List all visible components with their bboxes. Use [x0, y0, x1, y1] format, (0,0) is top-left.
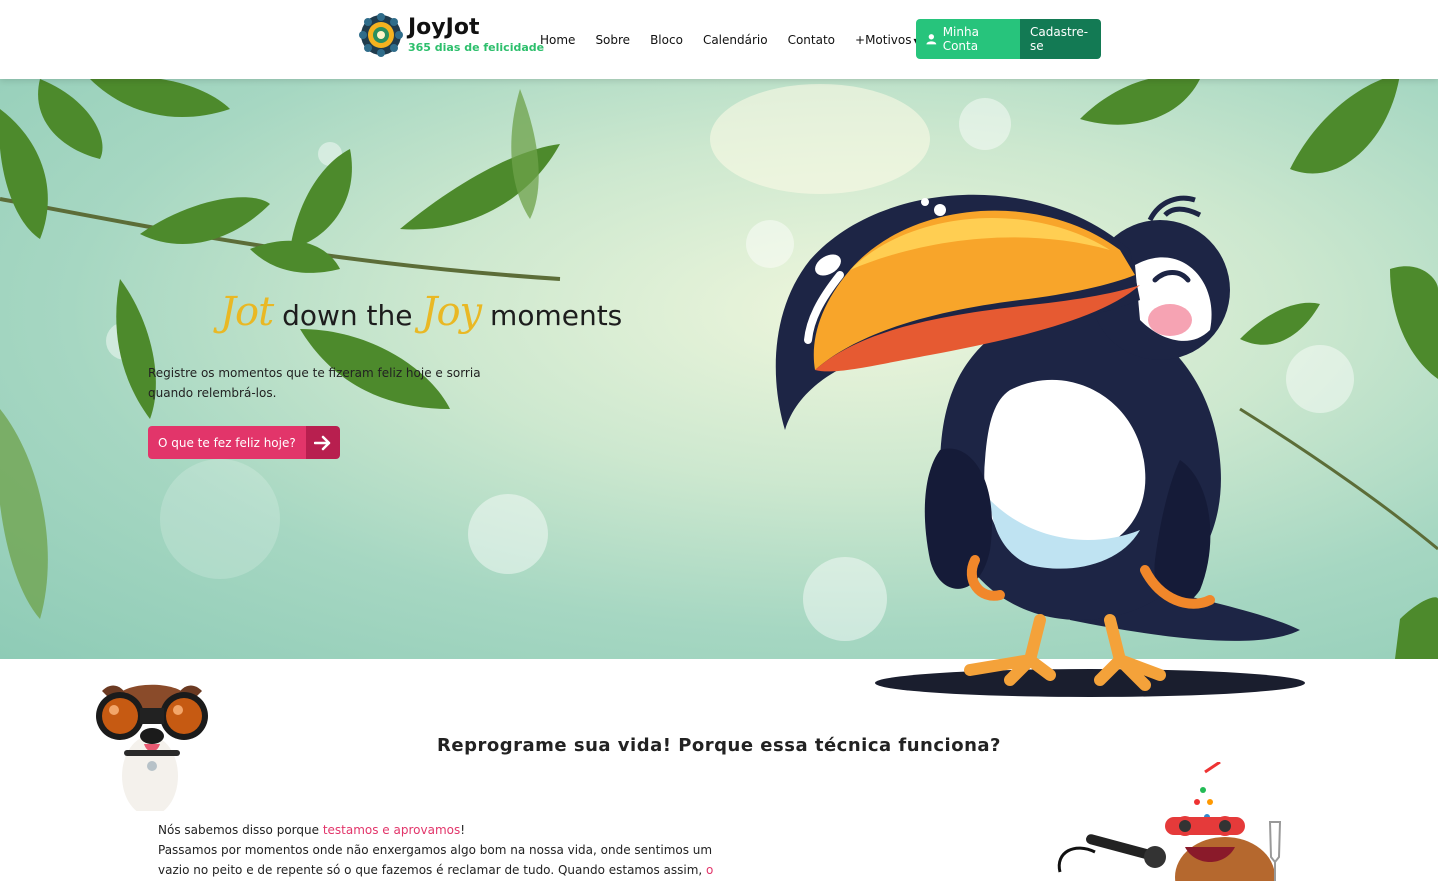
hero-headline: Jot down the Joy moments [220, 289, 622, 335]
hero-description: Registre os momentos que te fizeram feli… [148, 366, 481, 400]
body-line1-prefix: Nós sabemos disso porque [158, 823, 323, 837]
brand-tagline: 365 dias de felicidade [408, 41, 545, 54]
nav-motivos-label: +Motivos [855, 32, 912, 47]
body-line2-link[interactable]: o [706, 863, 713, 877]
account-button-group: Minha Conta Cadastre-se [916, 19, 1101, 59]
body-line2: Passamos por momentos onde não enxergamo… [158, 843, 713, 877]
my-account-button[interactable]: Minha Conta [916, 19, 1020, 59]
section-body: Nós sabemos disso porque testamos e apro… [158, 820, 718, 880]
nav-home[interactable]: Home [530, 33, 585, 47]
body-line1-suffix: ! [460, 823, 466, 837]
cta-label: O que te fez feliz hoje? [148, 426, 306, 459]
my-account-label: Minha Conta [942, 25, 979, 53]
cta-button[interactable]: O que te fez feliz hoje? [148, 426, 340, 459]
hero-title-moments: moments [490, 299, 623, 332]
logo-icon [359, 13, 403, 57]
toucan-illustration [775, 194, 1305, 697]
hero-title-joy: Joy [421, 289, 482, 335]
body-paragraph-1: Nós sabemos disso porque testamos e apro… [158, 820, 718, 840]
signup-button[interactable]: Cadastre-se [1020, 19, 1101, 59]
arrow-right-icon [305, 426, 340, 459]
hero-title-jot: Jot [220, 289, 274, 335]
nav-contato[interactable]: Contato [778, 33, 845, 47]
tested-approved-link[interactable]: testamos e aprovamos [323, 823, 460, 837]
navbar: JoyJot 365 dias de felicidade Home Sobre… [0, 0, 1438, 79]
user-icon [926, 34, 937, 45]
party-dog-illustration [1057, 762, 1282, 881]
nav-sobre[interactable]: Sobre [585, 33, 640, 47]
brand-title: JoyJot [408, 15, 480, 40]
hero-title-down-the: down the [282, 299, 413, 332]
nav-bloco[interactable]: Bloco [640, 33, 693, 47]
nav-calendario[interactable]: Calendário [693, 33, 778, 47]
brand[interactable]: JoyJot 365 dias de felicidade [359, 13, 544, 57]
main-nav: Home Sobre Bloco Calendário Contato +Mot… [530, 0, 930, 79]
body-paragraph-2: Passamos por momentos onde não enxergamo… [158, 840, 718, 880]
section-heading: Reprograme sua vida! Porque essa técnica… [437, 735, 1001, 756]
